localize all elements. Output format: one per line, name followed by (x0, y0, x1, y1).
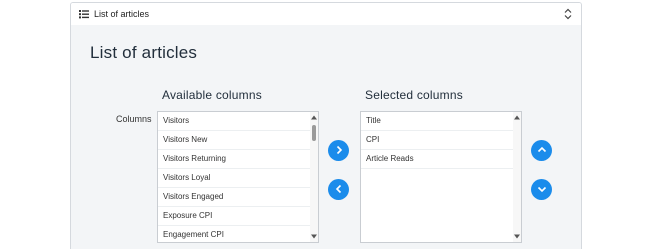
list-item[interactable]: Visitors (158, 112, 310, 131)
move-up-button[interactable] (531, 140, 552, 161)
list-item[interactable]: CPI (361, 131, 513, 150)
list-item[interactable]: Visitors Engaged (158, 188, 310, 207)
add-column-button[interactable] (328, 140, 349, 161)
list-item[interactable]: Engagement CPI (158, 226, 310, 242)
selected-columns-listbox[interactable]: Title CPI Article Reads (360, 111, 522, 243)
page-title: List of articles (90, 43, 198, 62)
selected-columns-heading: Selected columns (365, 88, 463, 102)
available-columns-heading: Available columns (162, 88, 262, 102)
remove-column-button[interactable] (328, 179, 349, 200)
list-item[interactable]: Visitors Returning (158, 150, 310, 169)
available-columns-listbox[interactable]: Visitors Visitors New Visitors Returning… (157, 111, 319, 243)
list-item[interactable]: Visitors New (158, 131, 310, 150)
columns-label: Columns (116, 114, 152, 124)
panel-body: List of articles Columns Available colum… (71, 25, 581, 249)
scroll-down-arrow-icon[interactable] (310, 232, 318, 241)
scroll-down-arrow-icon[interactable] (513, 232, 521, 241)
selected-columns-list: Title CPI Article Reads (361, 112, 513, 169)
move-down-button[interactable] (531, 179, 552, 200)
list-item[interactable]: Title (361, 112, 513, 131)
chevron-right-icon (334, 142, 344, 160)
available-columns-list: Visitors Visitors New Visitors Returning… (158, 112, 310, 242)
available-scrollbar[interactable] (310, 112, 318, 242)
chevron-down-icon (537, 181, 547, 199)
selected-scrollbar[interactable] (513, 112, 521, 242)
scroll-up-arrow-icon[interactable] (513, 113, 521, 122)
chevron-left-icon (334, 181, 344, 199)
panel-header-title: List of articles (94, 9, 150, 19)
list-of-articles-panel: List of articles List of articles Column… (70, 2, 582, 249)
list-item[interactable]: Visitors Loyal (158, 169, 310, 188)
panel-header[interactable]: List of articles (71, 3, 581, 25)
scroll-up-arrow-icon[interactable] (310, 113, 318, 122)
chevron-up-down-icon[interactable] (563, 8, 573, 20)
list-item[interactable]: Article Reads (361, 150, 513, 169)
list-item[interactable]: Exposure CPI (158, 207, 310, 226)
chevron-up-icon (537, 142, 547, 160)
list-icon (79, 9, 89, 19)
scroll-thumb[interactable] (312, 125, 316, 141)
